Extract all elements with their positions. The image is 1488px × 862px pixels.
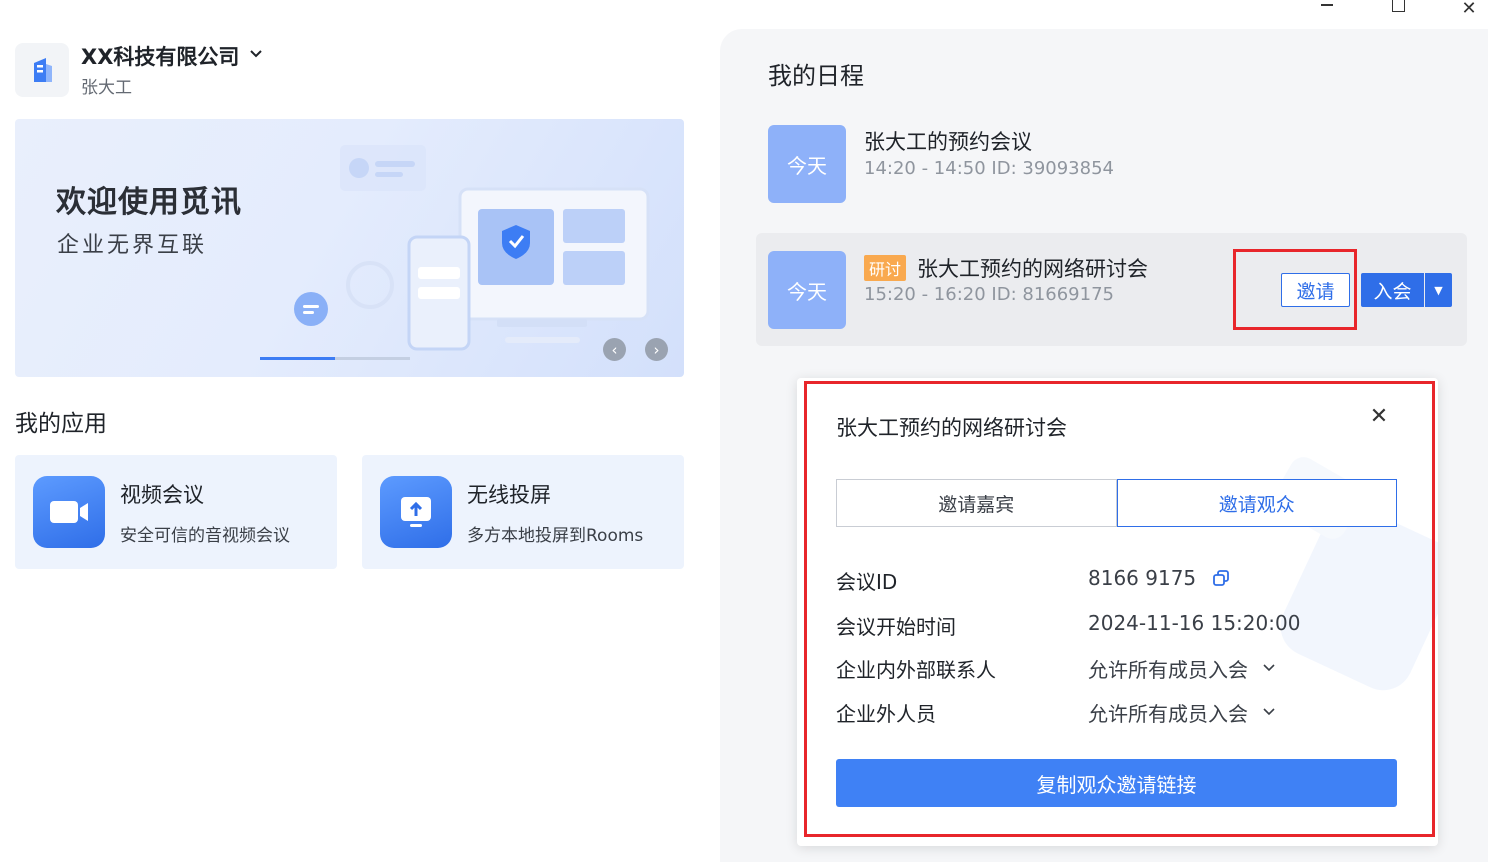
row-label: 会议开始时间 — [836, 615, 956, 639]
row-label: 企业内外部联系人 — [836, 658, 996, 682]
tab-invite-audience[interactable]: 邀请观众 — [1116, 479, 1397, 527]
day-badge: 今天 — [768, 251, 846, 329]
row-label: 会议ID — [836, 570, 898, 594]
carousel-indicator — [260, 357, 410, 360]
popup-title: 张大工预约的网络研讨会 — [836, 416, 1067, 440]
maximize-button[interactable] — [1378, 0, 1418, 20]
org-name: XX科技有限公司 — [81, 45, 240, 69]
invite-popup: 张大工预约的网络研讨会 ✕ 邀请嘉宾 邀请观众 会议ID 8166 9175 会… — [797, 378, 1438, 846]
screen-cast-icon — [380, 476, 452, 548]
app-name: 无线投屏 — [467, 482, 551, 507]
contacts-permission-select[interactable]: 允许所有成员入会 — [1088, 654, 1276, 683]
select-value: 允许所有成员入会 — [1088, 702, 1248, 726]
app-screen-cast[interactable]: 无线投屏 多方本地投屏到Rooms — [362, 455, 684, 569]
app-desc: 安全可信的音视频会议 — [120, 525, 290, 546]
meeting-title: 张大工预约的网络研讨会 — [917, 257, 1149, 281]
schedule-item[interactable]: 今天 研讨 张大工预约的网络研讨会 15:20 - 16:20 ID: 8166… — [756, 233, 1467, 346]
join-button[interactable]: 入会 — [1361, 273, 1424, 307]
tab-invite-guests[interactable]: 邀请嘉宾 — [836, 479, 1117, 527]
chevron-down-icon — [1262, 661, 1276, 677]
banner-subtitle: 企业无界互联 — [57, 233, 208, 258]
banner-title: 欢迎使用觅讯 — [56, 185, 242, 220]
chevron-left-icon[interactable]: ‹ — [603, 338, 626, 361]
select-value: 允许所有成员入会 — [1088, 658, 1248, 682]
meeting-meta: 14:20 - 14:50 ID: 39093854 — [864, 158, 1114, 179]
carousel-active-dot — [260, 357, 335, 360]
close-icon[interactable]: ✕ — [1367, 404, 1391, 429]
minimize-button[interactable] — [1307, 0, 1347, 20]
schedule-item[interactable]: 今天 张大工的预约会议 14:20 - 14:50 ID: 39093854 — [756, 104, 1467, 217]
video-camera-icon — [33, 476, 105, 548]
copy-icon[interactable] — [1212, 569, 1230, 587]
org-logo — [15, 42, 69, 97]
building-icon — [34, 57, 52, 82]
meeting-title: 张大工的预约会议 — [864, 130, 1032, 154]
chevron-down-icon — [249, 47, 263, 63]
app-video-meeting[interactable]: 视频会议 安全可信的音视频会议 — [15, 455, 337, 569]
banner-illustration-icon — [294, 145, 650, 351]
chevron-down-icon — [1262, 705, 1276, 721]
row-label: 企业外人员 — [836, 702, 936, 726]
webinar-tag: 研讨 — [864, 255, 907, 281]
app-name: 视频会议 — [120, 482, 204, 507]
invite-button[interactable]: 邀请 — [1281, 273, 1350, 307]
meeting-meta: 15:20 - 16:20 ID: 81669175 — [864, 284, 1114, 305]
meeting-id-value: 8166 9175 — [1088, 566, 1197, 590]
close-window-button[interactable]: ✕ — [1449, 0, 1488, 19]
welcome-banner[interactable]: 欢迎使用觅讯 企业无界互联 ‹ › — [15, 119, 684, 377]
app-desc: 多方本地投屏到Rooms — [467, 525, 644, 546]
day-badge: 今天 — [768, 125, 846, 203]
org-switcher[interactable]: XX科技有限公司 张大工 — [15, 41, 263, 98]
copy-audience-link-button[interactable]: 复制观众邀请链接 — [836, 759, 1397, 807]
chevron-right-icon[interactable]: › — [645, 338, 668, 361]
invite-tabs: 邀请嘉宾 邀请观众 — [836, 479, 1397, 527]
schedule-title: 我的日程 — [768, 62, 864, 90]
external-permission-select[interactable]: 允许所有成员入会 — [1088, 698, 1276, 727]
user-name: 张大工 — [81, 78, 132, 98]
start-time-value: 2024-11-16 15:20:00 — [1088, 611, 1301, 635]
apps-section-title: 我的应用 — [15, 411, 107, 437]
join-dropdown-icon[interactable]: ▼ — [1425, 273, 1452, 307]
